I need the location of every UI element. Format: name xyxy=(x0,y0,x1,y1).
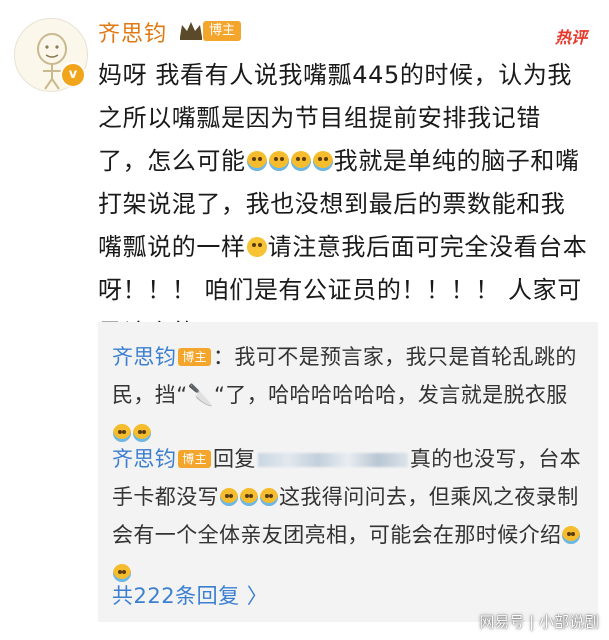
crying-emoji-icon xyxy=(220,488,238,506)
reply-item[interactable]: 齐思钧 博主 回复 真的也没写，台本手卡都没写 这我得问问去，但乘风之夜录制会有一个全体… xyxy=(112,440,582,592)
verified-badge-icon: v xyxy=(60,62,86,88)
view-all-replies-link[interactable]: 共222条回复 〉 xyxy=(112,580,268,610)
crown-icon xyxy=(180,22,202,40)
post-body: 妈呀 我看有人说我嘴瓢445的时候，认为我之所以嘴瓢是因为节目组提前安排我记错了… xyxy=(98,54,588,355)
weibo-comment-card: v 齐思钧 博主 热评 妈呀 我看有人说我嘴瓢445的时候，认为我之所以嘴瓢是因… xyxy=(0,0,609,640)
crying-emoji-icon xyxy=(312,151,333,171)
reply-author-name[interactable]: 齐思钧 xyxy=(112,345,176,369)
smile-emoji-icon xyxy=(246,237,267,257)
crying-emoji-icon xyxy=(260,488,278,506)
post-author-name[interactable]: 齐思钧 xyxy=(98,16,167,48)
author-badge: 博主 xyxy=(203,21,242,41)
blurred-username xyxy=(257,453,408,467)
laughing-emoji-icon xyxy=(562,526,581,544)
reply-author-badge: 博主 xyxy=(178,348,212,366)
reply-author-badge: 博主 xyxy=(178,450,212,468)
crying-emoji-icon xyxy=(268,151,289,171)
reply-author-name[interactable]: 齐思钧 xyxy=(112,447,176,471)
watermark: 网易号 | 小部说剧 xyxy=(479,613,599,631)
hot-comment-tag: 热评 xyxy=(554,28,587,47)
reply-item[interactable]: 齐思钧 博主 ：我可不是预言家，我只是首轮乱跳的民，挡“🔪“了，哈哈哈哈哈哈，发言就… xyxy=(112,338,582,452)
reply-prefix: 回复 xyxy=(213,447,256,471)
crying-emoji-icon xyxy=(290,151,311,171)
crying-emoji-icon xyxy=(240,488,258,506)
reply-thread: 齐思钧 博主 ：我可不是预言家，我只是首轮乱跳的民，挡“🔪“了，哈哈哈哈哈哈，发言就… xyxy=(98,322,598,622)
crying-emoji-icon xyxy=(246,151,267,171)
